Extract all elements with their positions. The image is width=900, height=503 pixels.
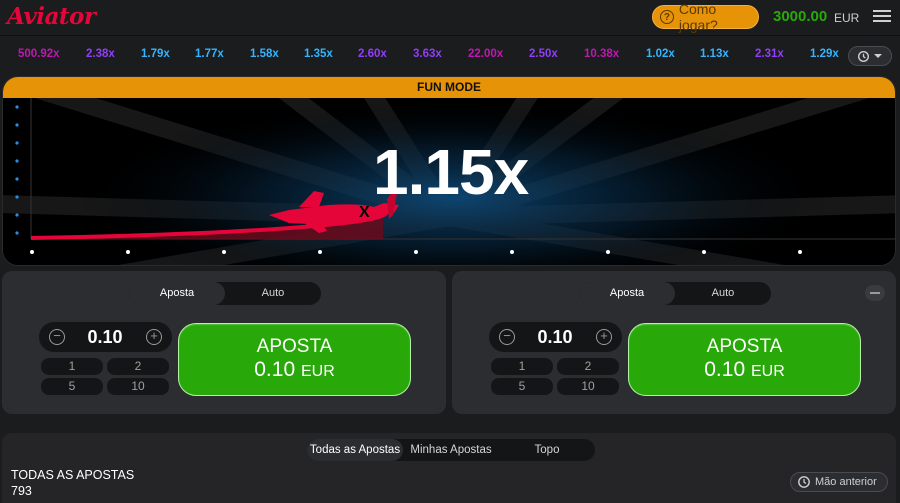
multiplier-history: 500.92x 2.38x 1.79x 1.77x 1.58x 1.35x 2.… <box>0 37 900 73</box>
history-clock-icon <box>798 476 810 488</box>
balance-amount: 3000.00 <box>773 8 828 25</box>
tab-auto[interactable]: Auto <box>225 282 321 305</box>
history-item: 2.31x <box>755 48 784 60</box>
history-item: 2.60x <box>358 48 387 60</box>
history-item: 1.58x <box>250 48 279 60</box>
svg-text:X: X <box>359 204 370 221</box>
quick-amount-button[interactable]: 2 <box>557 358 619 375</box>
question-icon: ? <box>660 10 674 24</box>
history-item: 2.50x <box>529 48 558 60</box>
history-item: 1.29x <box>810 48 839 60</box>
history-item: 22.00x <box>468 48 504 60</box>
bet-panel-1: Aposta Auto − 0.10 + 1 2 5 10 APOSTA 0.1… <box>2 271 446 414</box>
amount-stepper: − 0.10 + <box>39 322 172 352</box>
quick-amount-button[interactable]: 10 <box>557 378 619 395</box>
history-item: 500.92x <box>18 48 60 60</box>
chevron-down-icon <box>874 54 882 58</box>
tab-aposta[interactable]: Aposta <box>129 282 225 305</box>
bet-mode-tabs: Aposta Auto <box>579 282 771 305</box>
fun-mode-banner: FUN MODE <box>3 77 895 98</box>
tab-top[interactable]: Topo <box>499 439 595 461</box>
history-item: 1.13x <box>700 48 729 60</box>
bet-panel-2: Aposta Auto − 0.10 + 1 2 5 10 APOSTA 0.1… <box>452 271 896 414</box>
bet-button-amount-line: 0.10 EUR <box>629 358 860 382</box>
tab-auto[interactable]: Auto <box>675 282 771 305</box>
minus-icon[interactable]: − <box>499 329 515 345</box>
history-item: 1.79x <box>141 48 170 60</box>
quick-amount-button[interactable]: 10 <box>107 378 169 395</box>
place-bet-button[interactable]: APOSTA 0.10 EUR <box>178 323 411 396</box>
current-multiplier: 1.15x <box>373 136 529 208</box>
history-clock-icon <box>857 50 870 62</box>
tab-my-bets[interactable]: Minhas Apostas <box>403 439 499 461</box>
tab-aposta[interactable]: Aposta <box>579 282 675 305</box>
bet-button-label: APOSTA <box>256 336 333 357</box>
bet-button-amount: 0.10 <box>704 358 746 381</box>
bet-amount-input[interactable]: 0.10 <box>75 327 135 348</box>
history-item: 10.38x <box>584 48 620 60</box>
minus-icon <box>870 292 880 294</box>
hamburger-menu-icon[interactable] <box>873 10 891 24</box>
all-bets-count: 793 <box>11 484 32 498</box>
plus-icon[interactable]: + <box>146 329 162 345</box>
previous-hand-label: Mão anterior <box>815 476 877 488</box>
previous-hand-button[interactable]: Mão anterior <box>790 472 888 492</box>
game-canvas: X FUN MODE 1.15x <box>2 76 896 266</box>
how-to-play-label: Como jogar? <box>678 1 718 33</box>
minus-icon[interactable]: − <box>49 329 65 345</box>
history-item: 1.02x <box>646 48 675 60</box>
place-bet-button[interactable]: APOSTA 0.10 EUR <box>628 323 861 396</box>
all-bets-title: TODAS AS APOSTAS <box>11 468 135 482</box>
remove-panel-button[interactable] <box>865 285 885 301</box>
bets-tabs: Todas as Apostas Minhas Apostas Topo <box>307 439 595 461</box>
tab-all-bets[interactable]: Todas as Apostas <box>307 439 403 461</box>
history-item: 1.77x <box>195 48 224 60</box>
bet-button-amount: 0.10 <box>254 358 296 381</box>
bet-button-currency: EUR <box>750 363 785 380</box>
quick-amount-button[interactable]: 5 <box>41 378 103 395</box>
bet-button-label: APOSTA <box>706 336 783 357</box>
bet-amount-input[interactable]: 0.10 <box>525 327 585 348</box>
balance-currency: EUR <box>834 11 860 25</box>
quick-amount-button[interactable]: 5 <box>491 378 553 395</box>
amount-stepper: − 0.10 + <box>489 322 622 352</box>
top-bar: Aviator ? Como jogar? 3000.00 EUR <box>0 0 900 36</box>
history-item: 2.38x <box>86 48 115 60</box>
history-toggle-button[interactable] <box>848 46 892 66</box>
bet-button-currency: EUR <box>300 363 335 380</box>
quick-amount-button[interactable]: 1 <box>41 358 103 375</box>
history-item: 3.63x <box>413 48 442 60</box>
bet-mode-tabs: Aposta Auto <box>129 282 321 305</box>
quick-amount-button[interactable]: 1 <box>491 358 553 375</box>
history-item: 1.35x <box>304 48 333 60</box>
bet-button-amount-line: 0.10 EUR <box>179 358 410 382</box>
quick-amount-button[interactable]: 2 <box>107 358 169 375</box>
plus-icon[interactable]: + <box>596 329 612 345</box>
aviator-logo[interactable]: Aviator <box>7 3 96 30</box>
bets-section: Todas as Apostas Minhas Apostas Topo TOD… <box>2 433 896 503</box>
how-to-play-button[interactable]: ? Como jogar? <box>652 1 759 33</box>
